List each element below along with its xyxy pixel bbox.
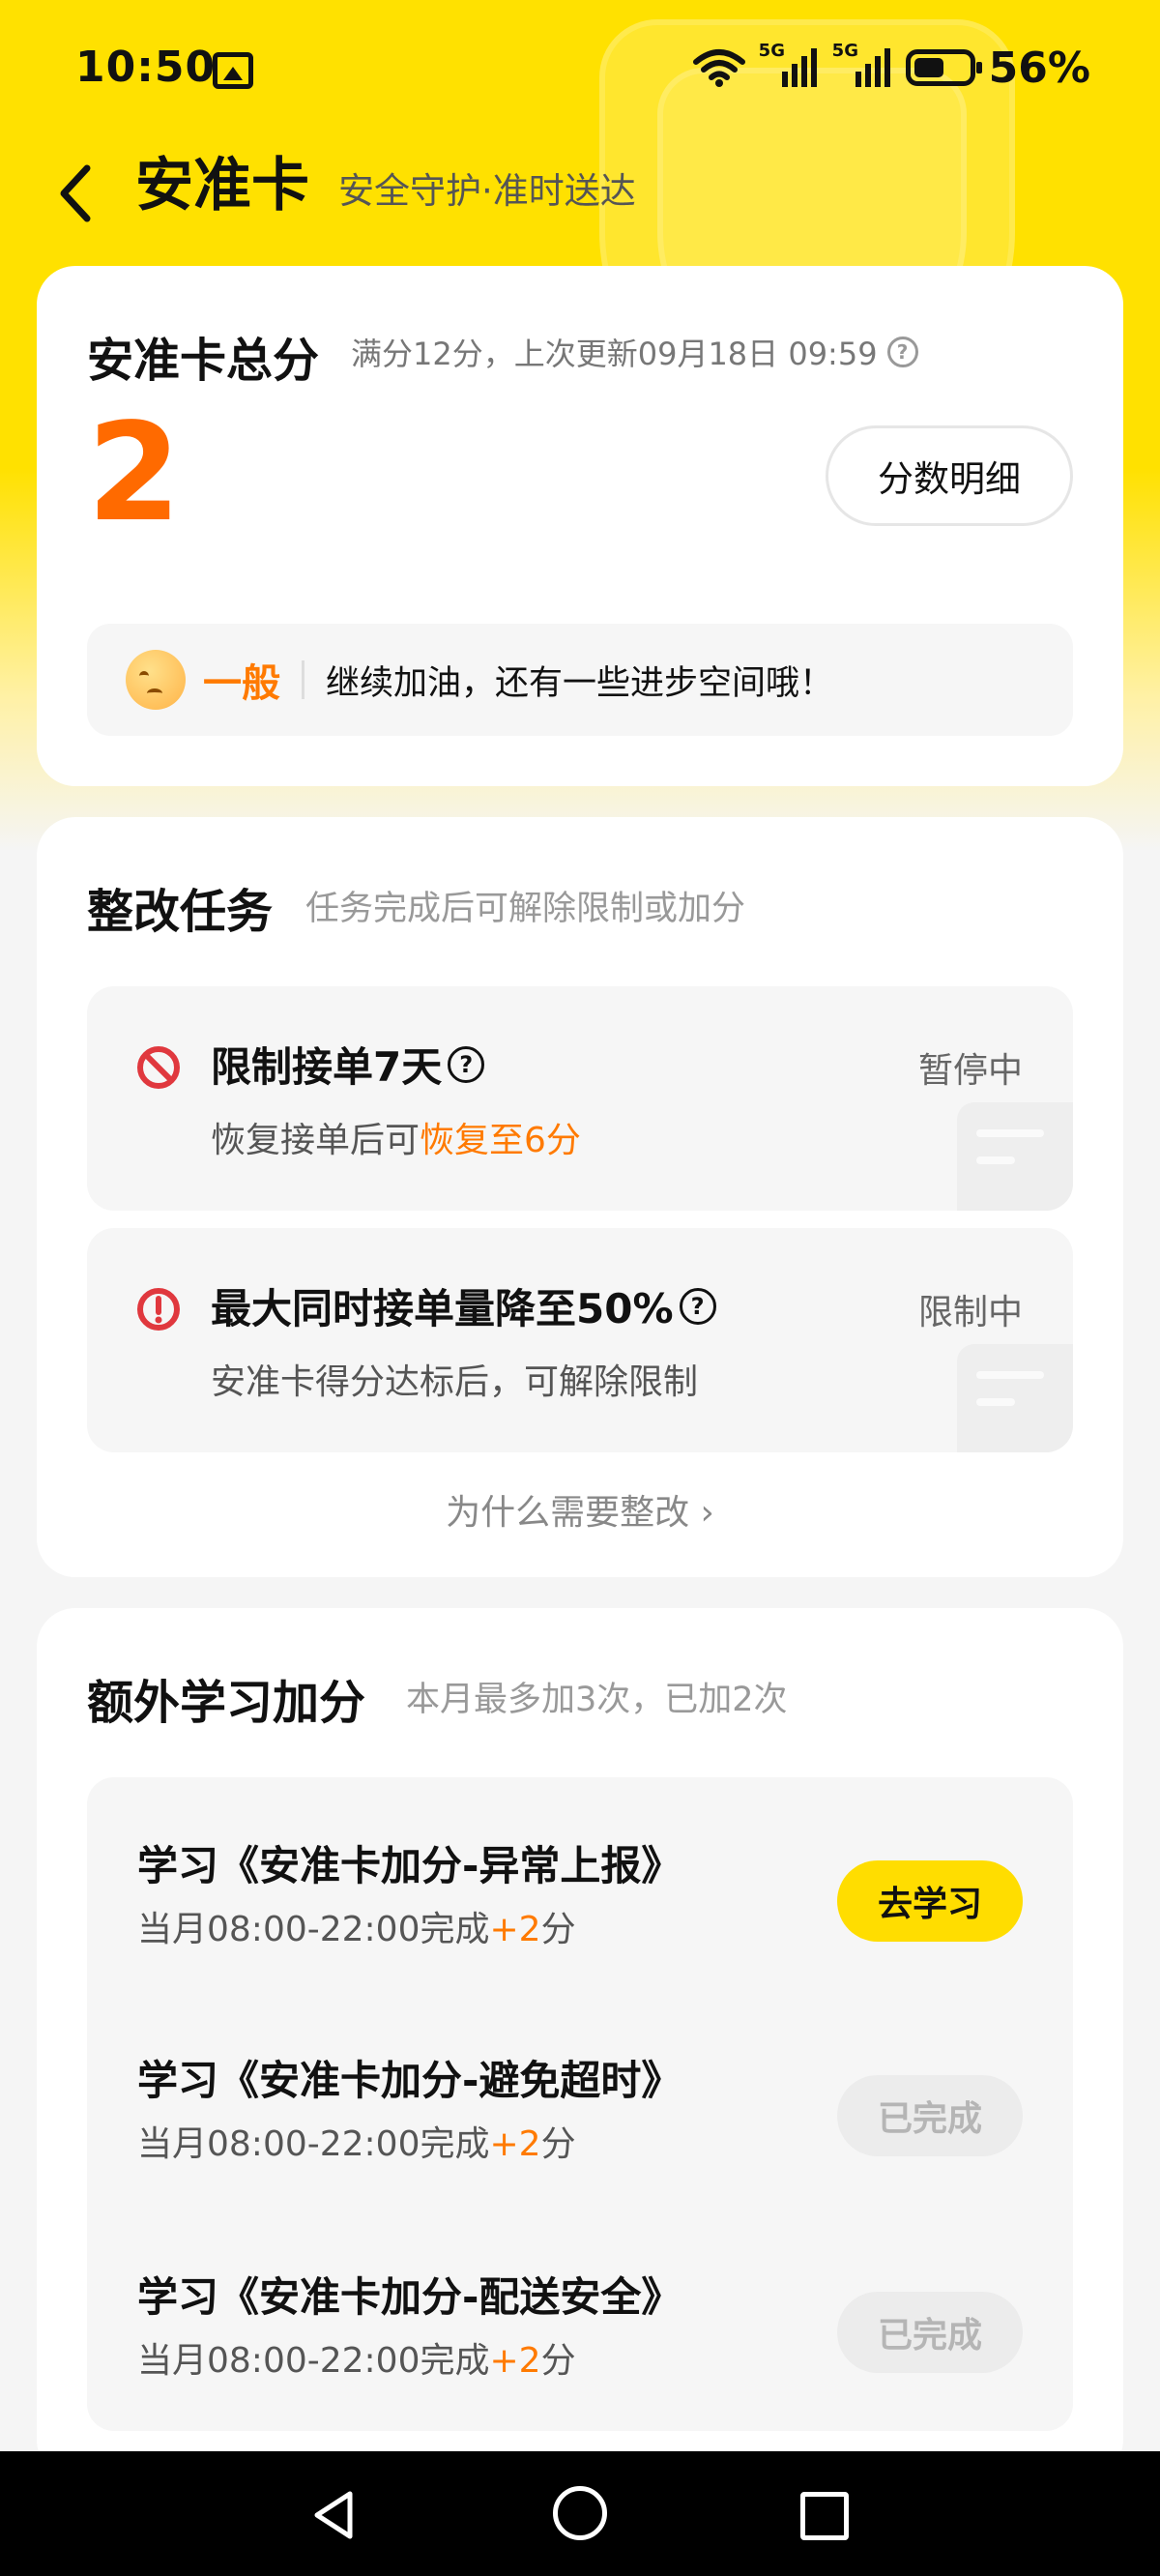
study-subtitle: 本月最多加3次，已加2次: [406, 1681, 788, 1719]
study-item-desc: 当月08:00-22:00完成+2分: [137, 2116, 576, 2166]
photo-notification-icon: [213, 52, 253, 89]
task-desc: 恢复接单后可恢复至6分: [211, 1112, 581, 1162]
study-item: 学习《安准卡加分-异常上报》 当月08:00-22:00完成+2分 去学习: [87, 1795, 1073, 1988]
rectify-title: 整改任务: [87, 885, 274, 939]
task-status: 暂停中: [917, 1051, 1023, 1091]
worried-face-icon: [126, 650, 186, 710]
ban-icon: [135, 1044, 182, 1091]
study-desc-points: +2: [489, 2341, 541, 2381]
nav-home-icon[interactable]: [553, 2486, 607, 2540]
study-card: 额外学习加分 本月最多加3次，已加2次 学习《安准卡加分-异常上报》 当月08:…: [37, 1608, 1123, 2478]
help-icon[interactable]: ?: [886, 337, 918, 367]
document-decoration: [957, 1344, 1073, 1452]
score-title: 安准卡总分: [87, 334, 320, 388]
network-type-1: 5G: [758, 41, 785, 61]
nav-recent-apps-icon[interactable]: [800, 2492, 849, 2540]
document-decoration: [957, 1102, 1073, 1211]
task-desc-text: 安准卡得分达标后，可解除限制: [211, 1362, 699, 1402]
status-time: 10:50: [75, 43, 217, 92]
study-item-title: 学习《安准卡加分-异常上报》: [137, 1842, 682, 1889]
task-item[interactable]: 最大同时接单量降至50% ? 安准卡得分达标后，可解除限制 限制中: [87, 1228, 1073, 1452]
study-item-desc: 当月08:00-22:00完成+2分: [137, 1901, 576, 1951]
level-text: 继续加油，还有一些进步空间哦！: [326, 663, 834, 703]
study-item-title: 学习《安准卡加分-配送安全》: [137, 2273, 682, 2321]
score-value: 2: [87, 395, 182, 552]
signal-icon-1: 5G: [759, 41, 819, 89]
nav-back-icon[interactable]: [307, 2488, 362, 2546]
study-desc-unit: 分: [540, 2341, 576, 2381]
task-status: 限制中: [917, 1293, 1023, 1332]
back-arrow-icon[interactable]: [48, 155, 116, 232]
help-icon[interactable]: ?: [448, 1045, 485, 1083]
battery-icon: [905, 49, 982, 86]
study-item-title: 学习《安准卡加分-避免超时》: [137, 2057, 682, 2104]
page-title: 安准卡: [135, 152, 309, 220]
signal-icon-2: 5G: [832, 41, 892, 89]
task-title: 最大同时接单量降至50% ?: [211, 1276, 716, 1335]
why-rectify-link[interactable]: 为什么需要整改 ›: [37, 1484, 1123, 1535]
score-meta: 满分12分，上次更新09月18日 09:59 ?: [351, 330, 918, 374]
status-bar: 10:50 5G 5G 56%: [0, 0, 1160, 145]
rectify-card: 整改任务 任务完成后可解除限制或加分 限制接单7天 ? 恢复接单后可恢复至6分 …: [37, 817, 1123, 1577]
page-header: 安准卡 安全守护·准时送达: [0, 145, 1160, 242]
task-desc-text: 恢复接单后可: [211, 1121, 420, 1160]
help-icon[interactable]: ?: [679, 1287, 716, 1325]
study-desc-unit: 分: [540, 1910, 576, 1949]
study-item: 学习《安准卡加分-避免超时》 当月08:00-22:00完成+2分 已完成: [87, 2009, 1073, 2203]
page-subtitle: 安全守护·准时送达: [338, 170, 636, 212]
study-desc-text: 当月08:00-22:00完成: [137, 2341, 490, 2381]
go-study-button[interactable]: 去学习: [837, 1860, 1023, 1942]
study-item: 学习《安准卡加分-配送安全》 当月08:00-22:00完成+2分 已完成: [87, 2226, 1073, 2419]
study-list: 学习《安准卡加分-异常上报》 当月08:00-22:00完成+2分 去学习 学习…: [87, 1777, 1073, 2431]
study-desc-points: +2: [489, 1910, 541, 1949]
task-title-text: 限制接单7天: [211, 1043, 443, 1091]
battery-percent: 56%: [988, 43, 1090, 93]
rectify-subtitle: 任务完成后可解除限制或加分: [305, 890, 746, 928]
completed-badge: 已完成: [837, 2292, 1023, 2373]
status-indicators: 5G 5G 56%: [692, 39, 1090, 97]
score-meta-text: 满分12分，上次更新09月18日 09:59: [351, 336, 878, 372]
task-title-text: 最大同时接单量降至50%: [211, 1285, 674, 1332]
task-title: 限制接单7天 ?: [211, 1035, 485, 1094]
alert-icon: [135, 1286, 182, 1332]
level-bar: 一般 继续加油，还有一些进步空间哦！: [87, 624, 1073, 736]
study-desc-text: 当月08:00-22:00完成: [137, 1910, 490, 1949]
level-divider: [302, 660, 304, 699]
network-type-2: 5G: [831, 41, 858, 61]
score-card: 安准卡总分 满分12分，上次更新09月18日 09:59 ? 2 分数明细 一般…: [37, 266, 1123, 786]
study-desc-unit: 分: [540, 2124, 576, 2164]
completed-badge: 已完成: [837, 2075, 1023, 2156]
study-desc-text: 当月08:00-22:00完成: [137, 2124, 490, 2164]
wifi-icon: [692, 48, 745, 87]
level-label: 一般: [203, 661, 280, 706]
study-desc-points: +2: [489, 2124, 541, 2164]
study-title: 额外学习加分: [87, 1676, 366, 1730]
score-detail-button[interactable]: 分数明细: [826, 425, 1073, 526]
system-nav-bar: [0, 2451, 1160, 2576]
task-desc: 安准卡得分达标后，可解除限制: [211, 1354, 698, 1404]
study-item-desc: 当月08:00-22:00完成+2分: [137, 2332, 576, 2383]
task-desc-highlight: 恢复至6分: [420, 1121, 581, 1160]
task-item[interactable]: 限制接单7天 ? 恢复接单后可恢复至6分 暂停中: [87, 986, 1073, 1211]
